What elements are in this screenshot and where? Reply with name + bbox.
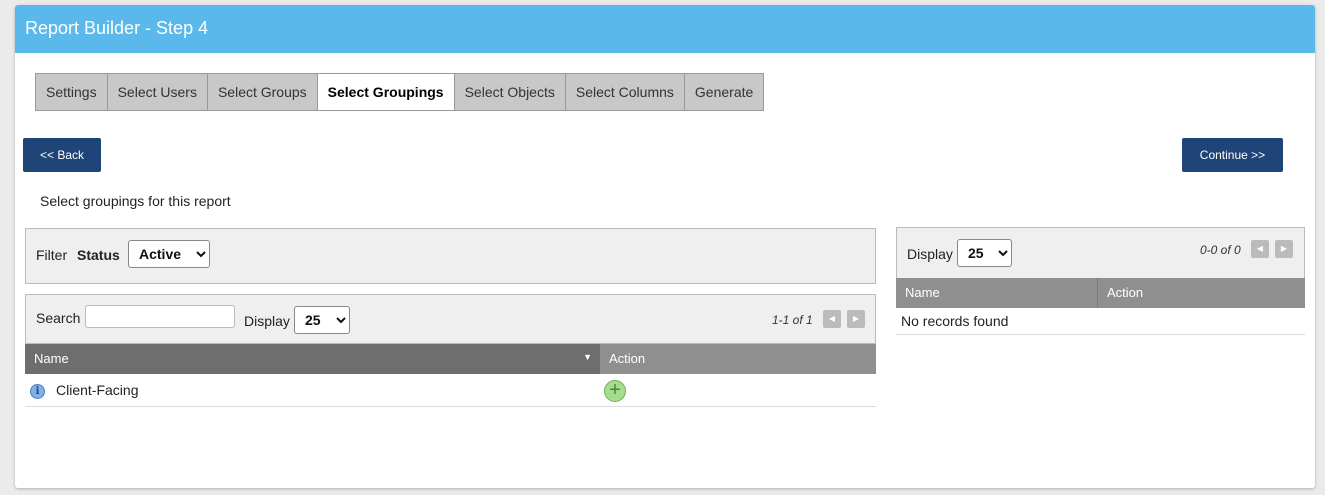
table-row: i Client-Facing +: [25, 374, 876, 407]
status-select[interactable]: Active: [128, 240, 210, 268]
left-display-select[interactable]: 25: [294, 306, 350, 334]
tab-select-objects[interactable]: Select Objects: [455, 74, 566, 110]
tab-settings[interactable]: Settings: [36, 74, 108, 110]
no-records-text: No records found: [901, 313, 1009, 329]
add-icon[interactable]: +: [604, 380, 626, 402]
report-builder-panel: Report Builder - Step 4 Settings Select …: [15, 5, 1315, 488]
right-name-column-header[interactable]: Name: [896, 278, 1097, 308]
display-label: Display: [244, 313, 290, 329]
sort-desc-icon: ▼: [583, 352, 592, 362]
left-grid-toolbar: Search Display 25 1-1 of 1 ◀ ▶: [25, 294, 876, 344]
right-prev-page-icon[interactable]: ◀: [1251, 240, 1269, 258]
status-label: Status: [77, 247, 120, 263]
right-grid-toolbar: Display 25 0-0 of 0 ◀ ▶: [896, 227, 1305, 279]
right-next-page-icon[interactable]: ▶: [1275, 240, 1293, 258]
instruction-text: Select groupings for this report: [40, 193, 231, 209]
continue-button[interactable]: Continue >>: [1182, 138, 1283, 172]
tab-select-groups[interactable]: Select Groups: [208, 74, 318, 110]
left-name-column-header[interactable]: Name ▼: [25, 344, 600, 374]
info-icon[interactable]: i: [30, 384, 45, 399]
left-name-column-label: Name: [34, 351, 69, 366]
filter-label: Filter: [36, 247, 68, 263]
right-display-label: Display: [907, 246, 953, 262]
left-next-page-icon[interactable]: ▶: [847, 310, 865, 328]
right-action-column-header: Action: [1097, 278, 1305, 308]
search-input[interactable]: [85, 305, 235, 328]
tab-select-users[interactable]: Select Users: [108, 74, 208, 110]
back-button[interactable]: << Back: [23, 138, 101, 172]
filter-box: Filter Status Active: [25, 228, 876, 284]
step-tabs: Settings Select Users Select Groups Sele…: [35, 73, 765, 111]
left-action-column-header: Action: [600, 344, 876, 374]
tab-select-columns[interactable]: Select Columns: [566, 74, 685, 110]
search-label: Search: [36, 310, 81, 326]
empty-row: No records found: [896, 308, 1305, 335]
left-pager-text: 1-1 of 1: [772, 313, 813, 327]
tab-generate[interactable]: Generate: [685, 74, 763, 110]
row-name: Client-Facing: [56, 382, 139, 398]
left-prev-page-icon[interactable]: ◀: [823, 310, 841, 328]
right-display-select[interactable]: 25: [957, 239, 1012, 267]
right-pager-text: 0-0 of 0: [1200, 243, 1241, 257]
tab-select-groupings[interactable]: Select Groupings: [317, 74, 455, 110]
panel-title: Report Builder - Step 4: [15, 5, 1315, 53]
